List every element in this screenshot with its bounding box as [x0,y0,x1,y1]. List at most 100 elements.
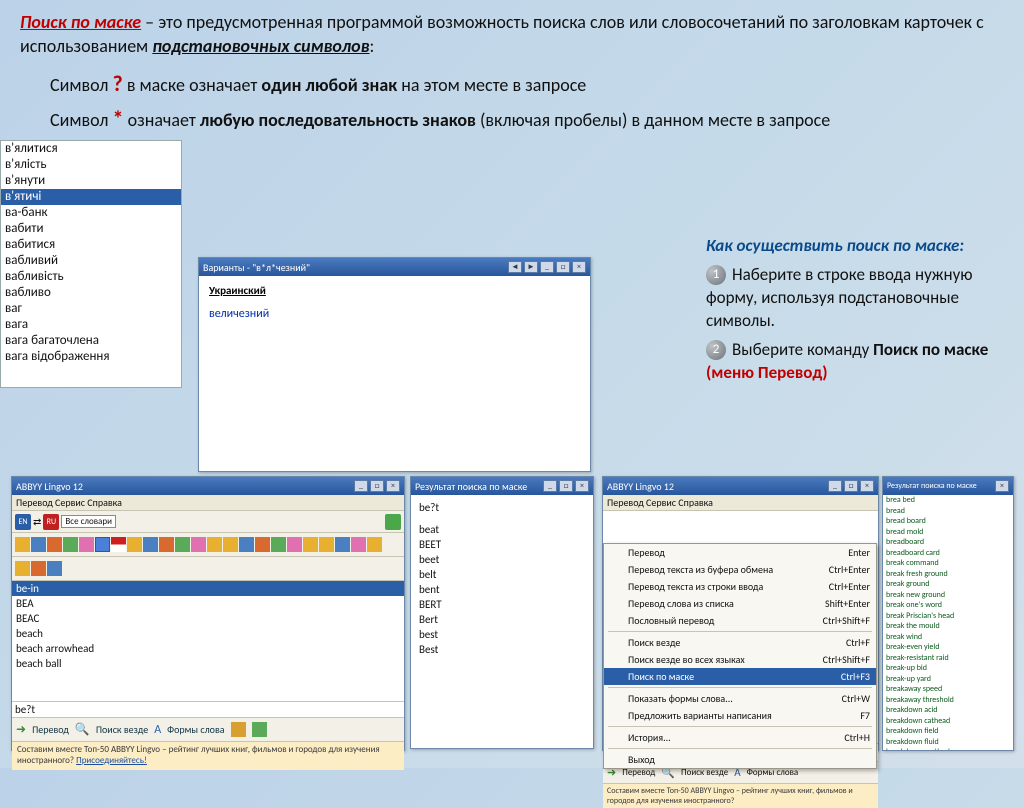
list-item[interactable]: bread [883,506,1013,517]
dict-icon[interactable] [335,537,350,552]
list-item[interactable]: break wind [883,632,1013,643]
minimize-button[interactable]: _ [543,480,557,492]
list-item[interactable]: ваг [1,301,181,317]
flag-icon[interactable] [111,537,126,552]
menu-item[interactable]: Поиск вездеCtrl+F [604,634,876,651]
lingvoL-wordlist[interactable]: be-inBEABEACbeachbeach arrowheadbeach ba… [12,581,404,701]
list-item[interactable]: bread board [883,516,1013,527]
list-item[interactable]: break Priscian's head [883,611,1013,622]
list-item[interactable]: BEET [419,537,585,552]
forms-icon[interactable]: A [154,723,161,737]
close-button[interactable]: × [386,480,400,492]
menu-item[interactable]: ПереводEnter [604,544,876,561]
list-item[interactable]: вага відображення [1,349,181,365]
lang-en-icon[interactable]: EN [15,514,31,530]
menu-item[interactable]: Перевод текста из буфера обменаCtrl+Ente… [604,561,876,578]
menu-item[interactable]: Поиск везде во всех языкахCtrl+Shift+F [604,651,876,668]
menu-item[interactable]: История...Ctrl+H [604,729,876,746]
dict-icon[interactable] [143,537,158,552]
dict-icon[interactable] [31,561,46,576]
menu-item[interactable]: Показать формы слова...Ctrl+W [604,690,876,707]
menu-item[interactable]: Пословный переводCtrl+Shift+F [604,612,876,629]
close-button[interactable]: × [572,261,586,273]
lingvoR-titlebar[interactable]: ABBYY Lingvo 12 _ □ × [603,477,878,495]
list-item[interactable]: breakdown fluid [883,737,1013,748]
dict-icon[interactable] [159,537,174,552]
list-item[interactable]: brea bed [883,495,1013,506]
farR-list[interactable]: brea bedbreadbread boardbread moldbreadb… [883,495,1013,750]
mask-results-list[interactable]: beatBEETbeetbeltbentBERTBertbestBest [419,522,585,657]
list-item[interactable]: beach ball [12,656,404,671]
list-item[interactable]: breakdown acid [883,705,1013,716]
list-item[interactable]: вабливо [1,285,181,301]
minimize-button[interactable]: _ [354,480,368,492]
dict-icon[interactable] [223,537,238,552]
list-item[interactable]: bread mold [883,527,1013,538]
list-item[interactable]: breakdown cathead [883,716,1013,727]
search-icon[interactable]: 🔍 [75,722,90,737]
maximize-button[interactable]: □ [559,480,573,492]
dict-icon[interactable] [79,537,94,552]
lingvoR-menubar[interactable]: Перевод Сервис Справка [603,495,878,511]
word-forms-button[interactable]: Формы слова [167,723,224,736]
translate-menu-dropdown[interactable]: ПереводEnterПеревод текста из буфера обм… [603,543,877,769]
menu-item[interactable]: Предложить варианты написанияF7 [604,707,876,724]
list-item[interactable]: вабливість [1,269,181,285]
variants-result[interactable]: величезний [209,307,580,321]
maximize-button[interactable]: □ [556,261,570,273]
lingvoL-menubar[interactable]: Перевод Сервис Справка [12,495,404,511]
dict-icon[interactable] [63,537,78,552]
lingvoL-titlebar[interactable]: ABBYY Lingvo 12 _ □ × [12,477,404,495]
dict-icon[interactable] [191,537,206,552]
list-item[interactable]: beet [419,552,585,567]
list-item[interactable]: be-in [12,581,404,596]
list-item[interactable]: в'ятичі [1,189,181,205]
close-button[interactable]: × [860,480,874,492]
list-item[interactable]: BERT [419,597,585,612]
minimize-button[interactable]: _ [828,480,842,492]
dict-icon[interactable] [47,537,62,552]
list-item[interactable]: BEA [12,596,404,611]
list-item[interactable]: best [419,627,585,642]
dict-icon[interactable] [287,537,302,552]
minimize-button[interactable]: _ [540,261,554,273]
swap-icon[interactable]: ⇄ [33,515,41,528]
prev-button[interactable]: ◄ [508,261,522,273]
translate-button[interactable]: Перевод [32,723,69,736]
list-item[interactable]: в'ялитися [1,141,181,157]
dict-icon[interactable] [351,537,366,552]
menu-item[interactable]: Перевод слова из спискаShift+Enter [604,595,876,612]
maskwin-titlebar[interactable]: Результат поиска по маске _ □ × [411,477,593,495]
list-item[interactable]: belt [419,567,585,582]
list-item[interactable]: break one's word [883,600,1013,611]
dict-icon[interactable] [207,537,222,552]
list-item[interactable]: Bert [419,612,585,627]
list-item[interactable]: вабити [1,221,181,237]
list-item[interactable]: break-up bid [883,663,1013,674]
list-item[interactable]: break ground [883,579,1013,590]
farR-titlebar[interactable]: Результат поиска по маске × [883,477,1013,495]
dict-icon[interactable] [15,537,30,552]
join-link[interactable]: Присоединяйтесь! [76,755,147,766]
list-item[interactable]: ва-банк [1,205,181,221]
list-item[interactable]: breakdown method [883,747,1013,750]
list-item[interactable]: break-even yield [883,642,1013,653]
list-item[interactable]: вага [1,317,181,333]
dict-icon[interactable] [31,537,46,552]
list-item[interactable]: Best [419,642,585,657]
dict-icon[interactable] [15,561,30,576]
search-everywhere-button[interactable]: Поиск везде [96,723,148,736]
close-button[interactable]: × [995,480,1009,492]
list-item[interactable]: bent [419,582,585,597]
menu-item[interactable]: Перевод текста из строки вводаCtrl+Enter [604,578,876,595]
arrow-icon[interactable]: ➜ [16,722,26,737]
lingvoL-input[interactable]: be?t [12,701,404,717]
menu-item[interactable]: Поиск по маскеCtrl+F3 [604,668,876,685]
tool-icon[interactable] [252,722,267,737]
list-item[interactable]: beach [12,626,404,641]
dict-icon[interactable] [319,537,334,552]
close-button[interactable]: × [575,480,589,492]
menu-item[interactable]: Выход [604,751,876,768]
list-item[interactable]: breakaway speed [883,684,1013,695]
list-item[interactable]: вабитися [1,237,181,253]
